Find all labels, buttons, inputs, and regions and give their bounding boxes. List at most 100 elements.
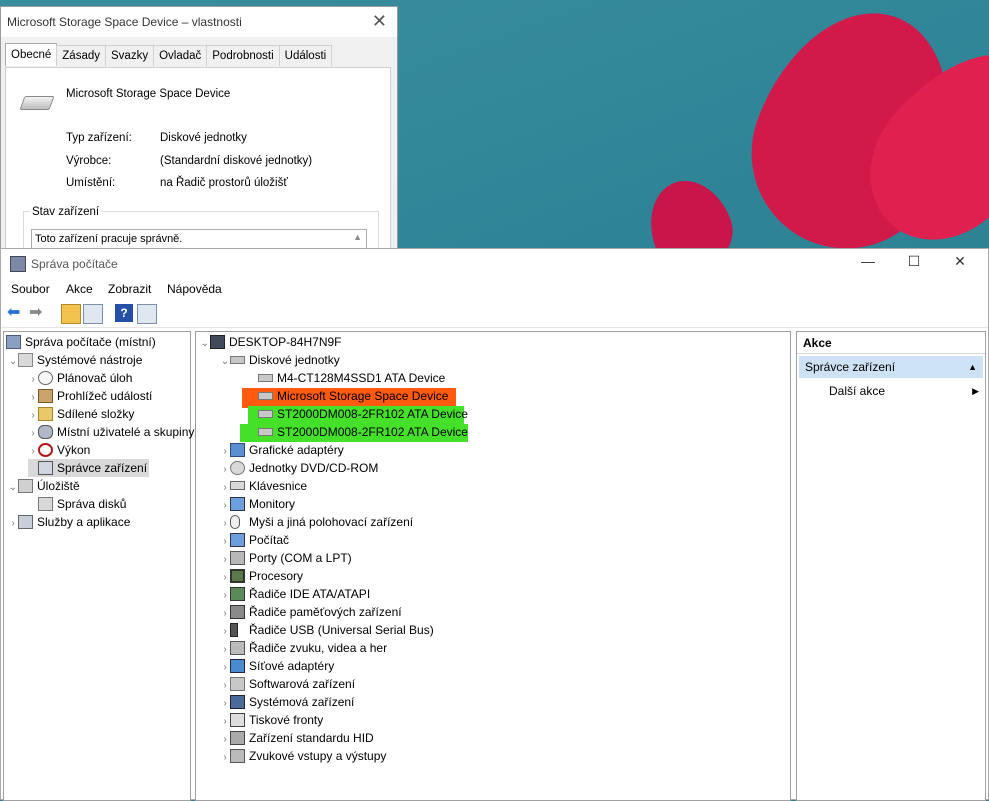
maximize-icon[interactable]: ☐ — [894, 253, 934, 270]
system-device-icon — [230, 695, 245, 709]
tree-item-task-scheduler[interactable]: › Plánovač úloh — [28, 369, 132, 387]
device-root[interactable]: ⌄ DESKTOP-84H7N9F — [200, 333, 341, 351]
tree-label: Správa disků — [57, 497, 127, 511]
category-ports[interactable]: › Porty (COM a LPT) — [220, 549, 352, 567]
category-usb[interactable]: › Řadiče USB (Universal Serial Bus) — [220, 621, 434, 639]
tab-events[interactable]: Události — [278, 45, 333, 66]
tree-item-storage[interactable]: ⌄ Úložiště — [8, 477, 80, 495]
disk-drive-icon — [258, 374, 273, 382]
chevron-down-icon[interactable]: ⌄ — [8, 353, 18, 371]
tree-item-performance[interactable]: › Výkon — [28, 441, 90, 459]
status-group-label: Stav zařízení — [30, 206, 102, 218]
shared-folder-icon — [38, 407, 53, 421]
tree-item-device-manager[interactable]: Správce zařízení — [28, 459, 150, 477]
show-hide-tree-icon[interactable] — [83, 304, 103, 324]
help-icon[interactable]: ? — [115, 304, 133, 322]
app-icon — [10, 256, 26, 272]
chevron-down-icon[interactable]: ⌄ — [200, 335, 210, 353]
category-label: Softwarová zařízení — [249, 677, 356, 691]
more-actions[interactable]: Další akce ▶ — [829, 382, 979, 400]
menu-view[interactable]: Zobrazit — [108, 282, 151, 296]
collapse-arrow-icon[interactable]: ▲ — [968, 356, 977, 378]
actions-header: Akce — [797, 332, 985, 354]
category-label: Myši a jiná polohovací zařízení — [249, 515, 414, 529]
category-storage-controllers[interactable]: › Řadiče paměťových zařízení — [220, 603, 402, 621]
forward-arrow-icon[interactable]: ➡ — [29, 304, 47, 322]
tree-item-disk-management[interactable]: Správa disků — [28, 495, 126, 513]
category-sound[interactable]: › Řadiče zvuku, videa a her — [220, 639, 387, 657]
dialog-titlebar: Microsoft Storage Space Device – vlastno… — [1, 7, 397, 37]
close-icon[interactable]: ✕ — [372, 11, 387, 32]
chevron-down-icon[interactable]: ⌄ — [220, 353, 230, 371]
tree-item-local-users[interactable]: › Místní uživatelé a skupiny — [28, 423, 194, 441]
tree-item-event-viewer[interactable]: › Prohlížeč událostí — [28, 387, 152, 405]
tree-label: Sdílené složky — [57, 407, 135, 421]
category-network[interactable]: › Síťové adaptéry — [220, 657, 334, 675]
category-mice[interactable]: › Myši a jiná polohovací zařízení — [220, 513, 413, 531]
actions-section-device-manager[interactable]: Správce zařízení ▲ — [799, 356, 983, 378]
actions-pane: Akce Správce zařízení ▲ Další akce ▶ — [796, 331, 986, 801]
navigation-tree: Správa počítače (místní) ⌄ Systémové nást… — [3, 331, 194, 801]
more-actions-label: Další akce — [829, 384, 886, 398]
field-label-type: Typ zařízení: — [66, 132, 132, 144]
category-print-queues[interactable]: › Tiskové fronty — [220, 711, 323, 729]
minimize-icon[interactable]: — — [848, 253, 888, 269]
device-disk-3[interactable]: ST2000DM008-2FR102 ATA Device — [258, 405, 468, 423]
category-processors[interactable]: › Procesory — [220, 567, 303, 585]
tree-item-services[interactable]: › Služby a aplikace — [8, 513, 130, 531]
menu-help[interactable]: Nápověda — [167, 282, 222, 296]
tab-policies[interactable]: Zásady — [56, 45, 106, 66]
device-disk-1[interactable]: M4-CT128M4SSD1 ATA Device — [258, 369, 445, 387]
clock-icon — [38, 371, 53, 385]
processor-icon — [230, 569, 245, 583]
category-software-devices[interactable]: › Softwarová zařízení — [220, 675, 355, 693]
tab-details[interactable]: Podrobnosti — [206, 45, 280, 66]
menu-file[interactable]: Soubor — [11, 282, 50, 296]
category-hid[interactable]: › Zařízení standardu HID — [220, 729, 374, 747]
services-icon — [18, 515, 33, 529]
speaker-icon — [230, 641, 245, 655]
category-disk-drives[interactable]: ⌄ Diskové jednotky — [220, 351, 340, 369]
action-pane-icon[interactable] — [137, 304, 157, 324]
ide-controller-icon — [230, 587, 245, 601]
computer-management-window: Správa počítače — ☐ ✕ Soubor Akce Zobraz… — [0, 248, 989, 801]
category-audio-io[interactable]: › Zvukové vstupy a výstupy — [220, 747, 386, 765]
back-arrow-icon[interactable]: ⬅ — [7, 304, 25, 322]
category-dvd[interactable]: › Jednotky DVD/CD-ROM — [220, 459, 378, 477]
tree-label: Prohlížeč událostí — [57, 389, 153, 403]
up-folder-icon[interactable] — [61, 304, 81, 324]
computer-management-icon — [6, 335, 21, 349]
category-label: Počítač — [249, 533, 290, 547]
device-manager-icon — [38, 461, 53, 475]
device-label: ST2000DM008-2FR102 ATA Device — [277, 425, 468, 439]
device-disk-2[interactable]: Microsoft Storage Space Device — [258, 387, 448, 405]
menu-action[interactable]: Akce — [66, 282, 93, 296]
category-label: Řadiče IDE ATA/ATAPI — [249, 587, 371, 601]
tree-item-system-tools[interactable]: ⌄ Systémové nástroje — [8, 351, 142, 369]
tab-volumes[interactable]: Svazky — [105, 45, 155, 66]
tab-driver[interactable]: Ovladač — [153, 45, 208, 66]
device-label: Microsoft Storage Space Device — [277, 389, 449, 403]
category-monitors[interactable]: › Monitory — [220, 495, 295, 513]
dvd-drive-icon — [230, 461, 245, 475]
chevron-right-icon[interactable]: › — [8, 515, 18, 533]
category-system-devices[interactable]: › Systémová zařízení — [220, 693, 354, 711]
window-titlebar: Správa počítače — ☐ ✕ — [1, 249, 988, 279]
close-icon[interactable]: ✕ — [940, 253, 980, 270]
chevron-right-icon[interactable]: › — [220, 749, 230, 767]
category-computer[interactable]: › Počítač — [220, 531, 289, 549]
tree-item-root[interactable]: Správa počítače (místní) — [6, 333, 156, 351]
device-disk-4[interactable]: ST2000DM008-2FR102 ATA Device — [258, 423, 468, 441]
tab-general[interactable]: Obecné — [5, 43, 58, 66]
tree-item-shared-folders[interactable]: › Sdílené složky — [28, 405, 134, 423]
users-icon — [38, 425, 53, 439]
category-keyboards[interactable]: › Klávesnice — [220, 477, 307, 495]
category-display-adapters[interactable]: › Grafické adaptéry — [220, 441, 344, 459]
scroll-up-icon[interactable]: ▲ — [353, 232, 362, 242]
submenu-arrow-icon: ▶ — [972, 386, 979, 396]
chevron-down-icon[interactable]: ⌄ — [8, 479, 18, 497]
category-ide[interactable]: › Řadiče IDE ATA/ATAPI — [220, 585, 370, 603]
port-icon — [230, 551, 245, 565]
keyboard-icon — [230, 481, 245, 490]
storage-icon — [18, 479, 33, 493]
